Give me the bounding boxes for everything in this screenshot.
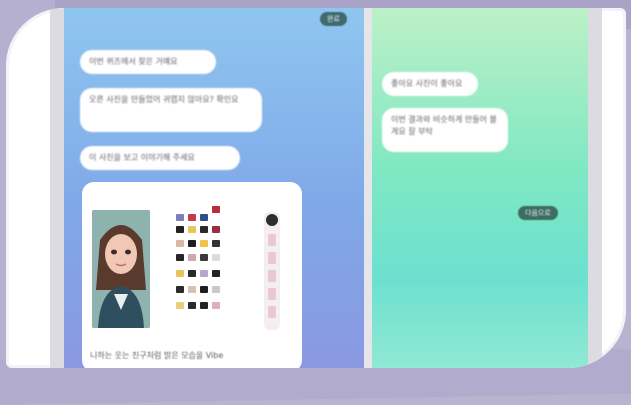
character-portrait[interactable] (92, 210, 150, 328)
photo-caption: 니하는 웃는 친구처럼 밝은 모습을 Vibe (90, 351, 224, 360)
chat-panel-left[interactable]: 완료 이번 퀴즈에서 찾은 거예요 오른 사진을 만들었어 귀엽지 않아요? 확… (64, 8, 364, 368)
next-button[interactable]: 다음으로 (518, 206, 558, 220)
screenshot-card: 완료 이번 퀴즈에서 찾은 거예요 오른 사진을 만들었어 귀엽지 않아요? 확… (6, 8, 626, 368)
chat-bubble: 이번 퀴즈에서 찾은 거예요 (80, 50, 216, 74)
left-edge-strip (50, 8, 64, 368)
thumbnail-strip[interactable] (264, 212, 280, 330)
right-edge-strip (588, 8, 602, 368)
chat-bubble: 이 사진을 보고 이야기해 주세요 (80, 146, 240, 170)
chat-bubble: 이번 결과와 비슷하게 만들어 볼게요 잘 부탁 (382, 108, 508, 152)
chat-bubble: 오른 사진을 만들었어 귀엽지 않아요? 확인요 (80, 88, 262, 132)
sticker-grid[interactable] (176, 206, 242, 324)
chat-panel-right[interactable]: 좋아요 사진이 좋아요 이번 결과와 비슷하게 만들어 볼게요 잘 부탁 다음으… (372, 8, 588, 368)
status-badge[interactable]: 완료 (320, 12, 347, 26)
chat-bubble: 좋아요 사진이 좋아요 (382, 72, 478, 96)
